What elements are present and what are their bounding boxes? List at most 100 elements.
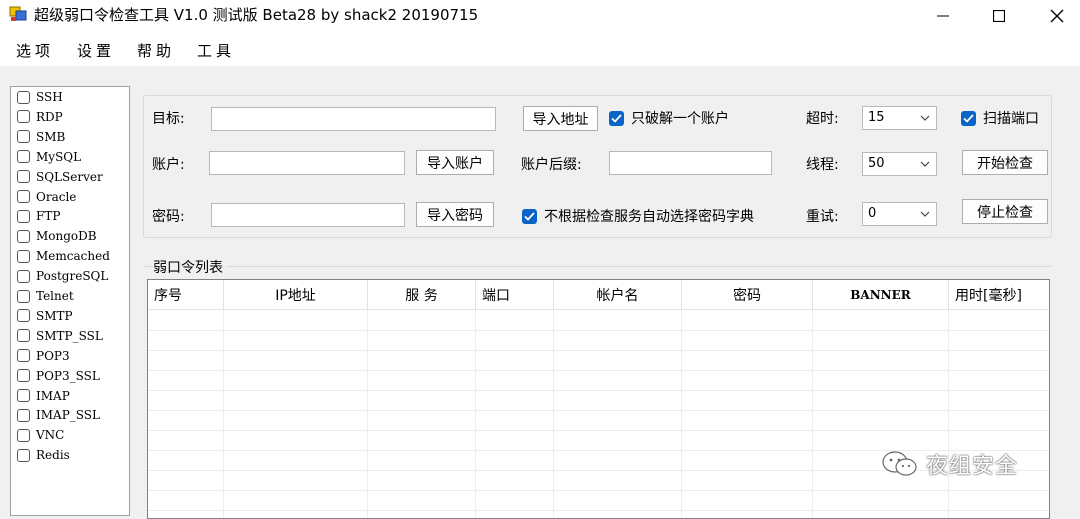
only-one-account-label: 只破解一个账户 [631, 111, 729, 127]
column-header[interactable]: 端口 [476, 280, 554, 310]
title-bar: 超级弱口令检查工具 V1.0 测试版 Beta28 by shack2 2019… [0, 0, 1080, 32]
chevron-down-icon [920, 161, 930, 167]
service-label: SQLServer [36, 169, 103, 184]
grid-line [553, 310, 554, 518]
service-label: SMTP [36, 308, 73, 323]
watermark-text: 夜组安全 [926, 454, 1019, 479]
target-input[interactable] [211, 107, 496, 131]
results-table[interactable]: 序号 IP地址服 务端口 帐户名 密码 BANNER 用时[毫秒] [147, 279, 1050, 519]
service-checkbox-item[interactable]: SQLServer [17, 167, 103, 187]
service-checkbox-item[interactable]: SMTP_SSL [17, 326, 103, 346]
column-header[interactable]: 密码 [682, 280, 813, 310]
service-label: VNC [36, 428, 65, 443]
service-label: PostgreSQL [36, 269, 109, 284]
service-label: POP3 [36, 348, 70, 363]
stop-check-button[interactable]: 停止检查 [962, 199, 1048, 224]
service-checkbox-item[interactable]: POP3 [17, 346, 70, 366]
retry-value: 0 [868, 206, 877, 221]
results-title: 弱口令列表 [153, 257, 227, 277]
close-button[interactable] [1034, 0, 1080, 32]
service-checkbox-item[interactable]: Redis [17, 445, 70, 465]
checkbox-unchecked-icon [17, 349, 30, 363]
grid-line [148, 390, 1049, 391]
start-check-button[interactable]: 开始检查 [962, 150, 1048, 175]
service-checkbox-item[interactable]: SMB [17, 127, 65, 147]
service-checkbox-item[interactable]: MySQL [17, 147, 81, 167]
grid-line [148, 330, 1049, 331]
minimize-button[interactable] [920, 0, 966, 32]
threads-value: 50 [868, 156, 885, 171]
service-checkbox-item[interactable]: FTP [17, 206, 60, 226]
column-header[interactable]: 服 务 [368, 280, 476, 310]
service-label: SMB [36, 129, 66, 144]
scan-port-checkbox[interactable]: 扫描端口 [961, 108, 1039, 128]
close-icon [1050, 9, 1064, 23]
checkbox-checked-icon [961, 110, 976, 126]
wechat-icon [882, 451, 917, 476]
password-label: 密码: [152, 209, 185, 225]
import-account-button[interactable]: 导入账户 [416, 150, 494, 175]
service-checkbox-item[interactable]: IMAP_SSL [17, 405, 100, 425]
grid-line [148, 410, 1049, 411]
service-checkbox-item[interactable]: SSH [17, 87, 63, 107]
timeout-select[interactable]: 15 [862, 106, 937, 130]
column-header[interactable]: BANNER [813, 280, 949, 310]
grid-line [223, 310, 224, 518]
menu-bar: 选项 设置 帮助 工具 [0, 32, 1080, 66]
service-checkbox-item[interactable]: Oracle [17, 187, 76, 207]
results-group-border [143, 266, 1052, 267]
account-suffix-input[interactable] [609, 151, 772, 175]
threads-label: 线程: [806, 157, 839, 173]
no-auto-dict-checkbox[interactable]: 不根据检查服务自动选择密码字典 [522, 206, 754, 226]
menu-options[interactable]: 选项 [16, 40, 54, 61]
app-icon [9, 6, 27, 21]
account-label: 账户: [152, 157, 185, 173]
checkbox-unchecked-icon [17, 130, 30, 144]
chevron-down-icon [920, 211, 930, 217]
table-header: 序号 IP地址服 务端口 帐户名 密码 BANNER 用时[毫秒] [148, 280, 1049, 310]
service-checkbox-item[interactable]: PostgreSQL [17, 266, 108, 286]
service-list: SSH RDP SMB MySQL SQLServer Oracle FTP MongoDB M… [10, 86, 130, 516]
checkbox-unchecked-icon [17, 110, 30, 124]
password-input[interactable] [211, 203, 405, 227]
service-label: RDP [36, 109, 63, 124]
checkbox-unchecked-icon [17, 329, 30, 343]
column-header[interactable]: IP地址 [224, 280, 368, 310]
checkbox-unchecked-icon [17, 448, 30, 462]
chevron-down-icon [920, 115, 930, 121]
service-checkbox-item[interactable]: POP3_SSL [17, 366, 100, 386]
import-address-button[interactable]: 导入地址 [523, 106, 598, 131]
checkbox-unchecked-icon [17, 229, 30, 243]
checkbox-checked-icon [522, 208, 537, 224]
scan-port-label: 扫描端口 [983, 111, 1039, 127]
service-checkbox-item[interactable]: MongoDB [17, 226, 97, 246]
service-label: MySQL [36, 149, 82, 164]
service-label: MongoDB [36, 229, 97, 244]
service-checkbox-item[interactable]: RDP [17, 107, 63, 127]
import-password-button[interactable]: 导入密码 [416, 202, 494, 227]
retry-select[interactable]: 0 [862, 202, 937, 226]
account-input[interactable] [209, 151, 405, 175]
service-checkbox-item[interactable]: Telnet [17, 286, 74, 306]
service-checkbox-item[interactable]: IMAP [17, 386, 70, 406]
column-header[interactable]: 帐户名 [554, 280, 682, 310]
grid-line [367, 310, 368, 518]
grid-line [148, 350, 1049, 351]
maximize-button[interactable] [976, 0, 1022, 32]
menu-tools[interactable]: 工具 [197, 40, 235, 61]
only-one-account-checkbox[interactable]: 只破解一个账户 [609, 108, 729, 128]
checkbox-unchecked-icon [17, 289, 30, 303]
column-header[interactable]: 序号 [148, 280, 224, 310]
threads-select[interactable]: 50 [862, 152, 937, 176]
menu-help[interactable]: 帮助 [137, 40, 175, 61]
timeout-value: 15 [868, 110, 885, 125]
service-checkbox-item[interactable]: Memcached [17, 246, 110, 266]
checkbox-unchecked-icon [17, 170, 30, 184]
column-header[interactable]: 用时[毫秒] [949, 280, 1049, 310]
account-suffix-label: 账户后缀: [521, 157, 582, 173]
menu-settings[interactable]: 设置 [77, 40, 115, 61]
grid-line [475, 310, 476, 518]
no-auto-dict-label: 不根据检查服务自动选择密码字典 [544, 209, 754, 225]
service-checkbox-item[interactable]: SMTP [17, 306, 73, 326]
service-checkbox-item[interactable]: VNC [17, 425, 64, 445]
